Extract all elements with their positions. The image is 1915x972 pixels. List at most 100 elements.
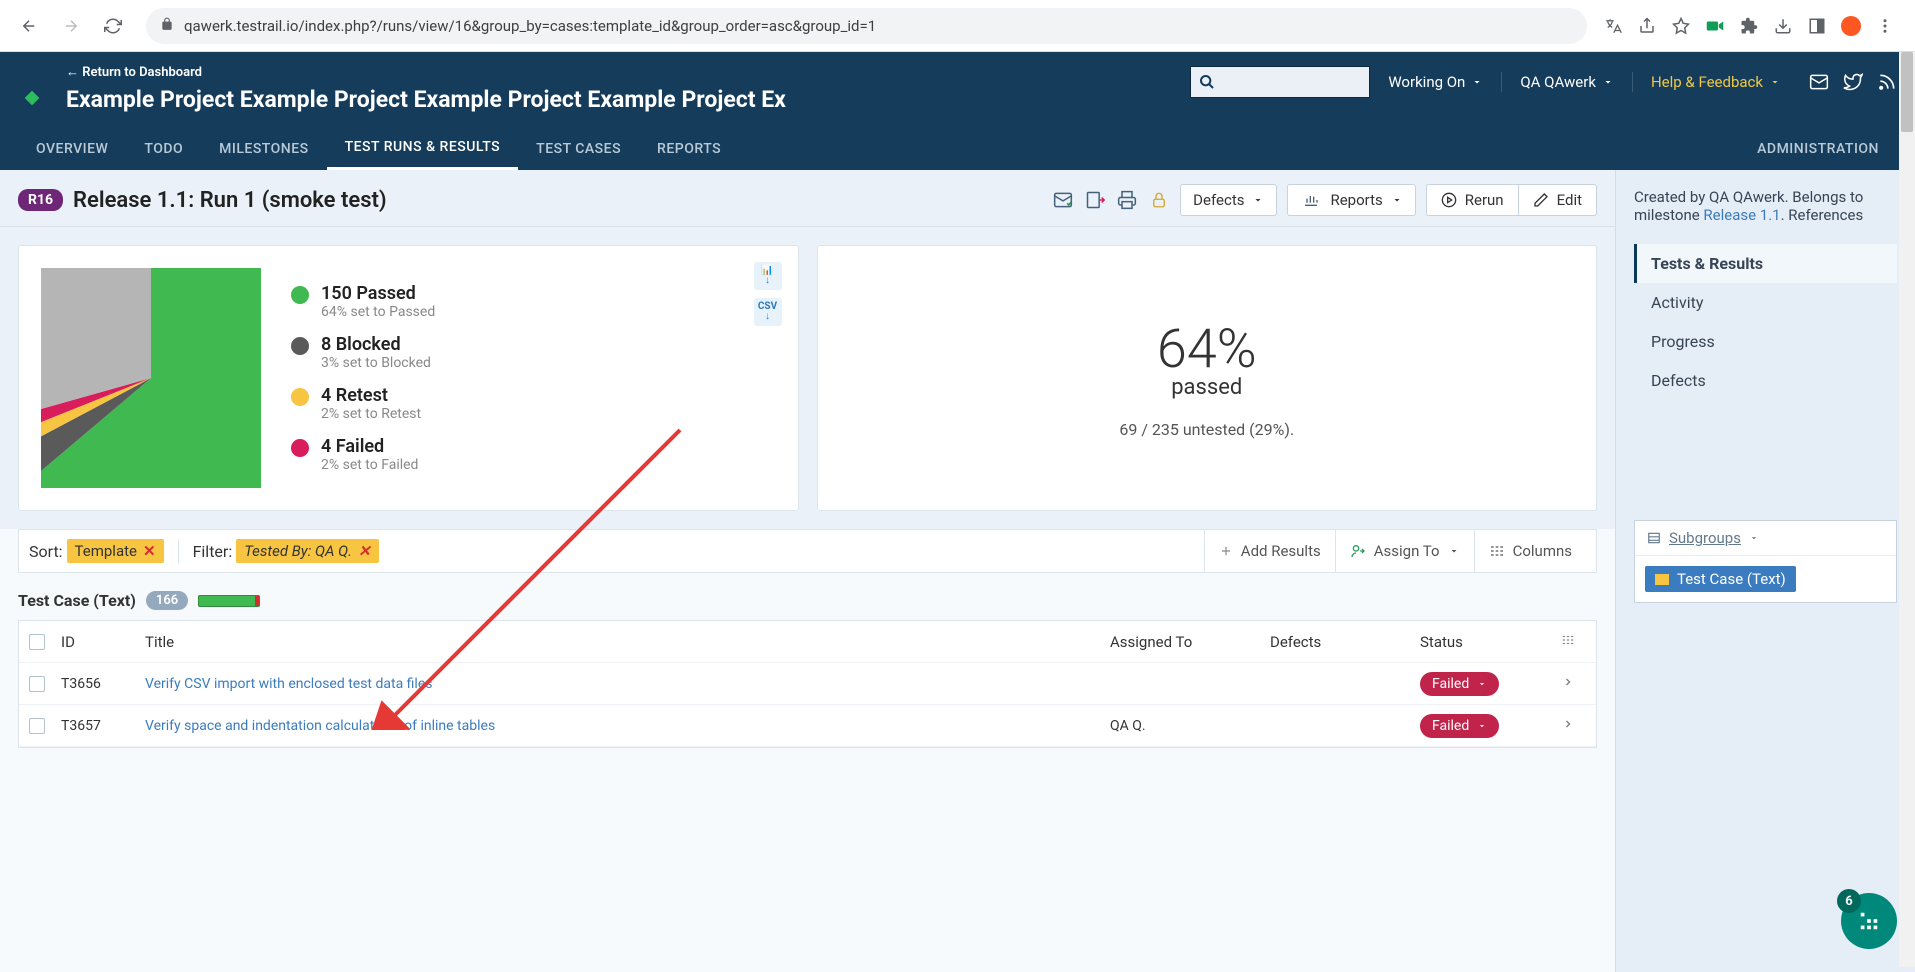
app-logo-icon[interactable] xyxy=(18,84,46,112)
tab-test-cases[interactable]: TEST CASES xyxy=(518,129,639,169)
tab-test-runs[interactable]: TEST RUNS & RESULTS xyxy=(327,127,519,170)
run-meta: Created by QA QAwerk. Belongs to milesto… xyxy=(1634,188,1897,224)
add-results-button[interactable]: Add Results xyxy=(1204,529,1335,573)
row-expand-icon[interactable] xyxy=(1550,676,1586,692)
col-header-defects[interactable]: Defects xyxy=(1270,633,1420,651)
plus-icon xyxy=(1219,544,1233,558)
passed-percent-card: 64% passed 69 / 235 untested (29%). xyxy=(817,245,1598,511)
cell-id: T3657 xyxy=(61,718,145,734)
group-title: Test Case (Text) xyxy=(18,591,136,610)
browser-toolbar: qawerk.testrail.io/index.php?/runs/view/… xyxy=(0,0,1915,52)
divider xyxy=(1501,72,1502,92)
tab-todo[interactable]: TODO xyxy=(126,129,201,169)
columns-button[interactable]: Columns xyxy=(1474,529,1586,573)
cell-title-link[interactable]: Verify CSV import with enclosed test dat… xyxy=(145,676,1110,692)
chevron-down-icon xyxy=(1448,545,1460,557)
select-all-checkbox[interactable] xyxy=(29,634,45,650)
column-settings-icon[interactable] xyxy=(1550,633,1586,651)
download-csv-icon[interactable]: CSV↓ xyxy=(754,298,782,326)
panel-icon[interactable] xyxy=(1807,16,1827,36)
nav-tabs: OVERVIEW TODO MILESTONES TEST RUNS & RES… xyxy=(0,127,1915,170)
rss-icon[interactable] xyxy=(1877,72,1897,92)
back-button[interactable] xyxy=(12,9,46,43)
download-icon[interactable] xyxy=(1773,16,1793,36)
help-feedback-menu[interactable]: Help & Feedback xyxy=(1645,69,1787,95)
working-on-menu[interactable]: Working On xyxy=(1382,69,1489,95)
legend-dot-icon xyxy=(291,337,309,355)
export-icon[interactable] xyxy=(1084,189,1106,211)
kebab-menu-icon[interactable] xyxy=(1875,16,1895,36)
rerun-button[interactable]: Rerun xyxy=(1426,184,1518,216)
status-pill[interactable]: Failed xyxy=(1420,714,1499,738)
group-progress-bar xyxy=(198,595,260,607)
remove-filter-icon[interactable]: ✕ xyxy=(358,542,371,560)
status-pie-card: 150 Passed64% set to Passed 8 Blocked3% … xyxy=(18,245,799,511)
sidenav-progress[interactable]: Progress xyxy=(1634,322,1897,361)
reports-dropdown[interactable]: Reports xyxy=(1287,184,1415,216)
lock-run-icon[interactable] xyxy=(1148,189,1170,211)
page-bar: R16 Release 1.1: Run 1 (smoke test) Defe… xyxy=(0,170,1615,227)
results-toolbar: Sort: Template✕ Filter: Tested By: QA Q.… xyxy=(18,529,1597,573)
scrollbar-track[interactable] xyxy=(1899,52,1915,967)
lock-icon xyxy=(160,17,174,35)
sidebar-nav: Tests & Results Activity Progress Defect… xyxy=(1634,244,1897,400)
chart-icon xyxy=(1300,189,1322,211)
chevron-down-icon xyxy=(1252,194,1264,206)
col-header-assigned[interactable]: Assigned To xyxy=(1110,633,1270,651)
return-to-dashboard-link[interactable]: ← Return to Dashboard xyxy=(66,64,786,80)
col-header-status[interactable]: Status xyxy=(1420,633,1550,651)
print-icon[interactable] xyxy=(1116,189,1138,211)
status-pill[interactable]: Failed xyxy=(1420,672,1499,696)
sort-pill[interactable]: Template✕ xyxy=(67,539,164,563)
twitter-icon[interactable] xyxy=(1843,72,1863,92)
star-icon[interactable] xyxy=(1671,16,1691,36)
group-header: Test Case (Text) 166 xyxy=(0,573,1615,620)
legend-blocked: 8 Blocked3% set to Blocked xyxy=(291,334,435,371)
divider xyxy=(1632,72,1633,92)
extension-camera-icon[interactable] xyxy=(1705,16,1725,36)
reload-button[interactable] xyxy=(96,9,130,43)
share-icon[interactable] xyxy=(1637,16,1657,36)
edit-button[interactable]: Edit xyxy=(1518,184,1597,216)
run-badge: R16 xyxy=(18,189,63,211)
sidenav-activity[interactable]: Activity xyxy=(1634,283,1897,322)
app-header: ← Return to Dashboard Example Project Ex… xyxy=(0,52,1915,170)
subscribe-icon[interactable] xyxy=(1052,189,1074,211)
tab-milestones[interactable]: MILESTONES xyxy=(201,129,326,169)
support-widget[interactable]: 6 xyxy=(1841,893,1897,949)
user-menu[interactable]: QA QAwerk xyxy=(1514,69,1620,95)
extension-orange-icon[interactable] xyxy=(1841,16,1861,36)
sidenav-tests-results[interactable]: Tests & Results xyxy=(1634,244,1897,283)
table-row: T3657 Verify space and indentation calcu… xyxy=(19,705,1596,747)
filter-pill[interactable]: Tested By: QA Q.✕ xyxy=(236,539,378,563)
subgroup-chip[interactable]: Test Case (Text) xyxy=(1645,566,1796,592)
divider xyxy=(178,539,179,563)
tab-overview[interactable]: OVERVIEW xyxy=(18,129,126,169)
col-header-title[interactable]: Title xyxy=(145,633,1110,651)
defects-dropdown[interactable]: Defects xyxy=(1180,184,1277,216)
address-bar[interactable]: qawerk.testrail.io/index.php?/runs/view/… xyxy=(146,8,1587,44)
remove-sort-icon[interactable]: ✕ xyxy=(143,542,156,560)
cell-title-link[interactable]: Verify space and indentation calculation… xyxy=(145,718,1110,734)
pie-chart xyxy=(41,268,261,488)
scrollbar-thumb[interactable] xyxy=(1901,52,1913,132)
milestone-link[interactable]: Release 1.1 xyxy=(1703,206,1780,224)
row-checkbox[interactable] xyxy=(29,718,45,734)
forward-button[interactable] xyxy=(54,9,88,43)
mail-icon[interactable] xyxy=(1809,72,1829,92)
tab-reports[interactable]: REPORTS xyxy=(639,129,739,169)
chevron-down-icon xyxy=(1471,76,1483,88)
translate-icon[interactable] xyxy=(1603,16,1623,36)
chevron-down-icon xyxy=(1602,76,1614,88)
row-expand-icon[interactable] xyxy=(1550,718,1586,734)
sidenav-defects[interactable]: Defects xyxy=(1634,361,1897,400)
tab-administration[interactable]: ADMINISTRATION xyxy=(1739,129,1897,169)
row-checkbox[interactable] xyxy=(29,676,45,692)
global-search-input[interactable] xyxy=(1190,66,1370,98)
col-header-id[interactable]: ID xyxy=(61,633,145,651)
subgroups-header[interactable]: Subgroups xyxy=(1635,521,1896,556)
download-chart-icon[interactable]: 📊↓ xyxy=(754,262,782,290)
extensions-icon[interactable] xyxy=(1739,16,1759,36)
filter-label: Filter: xyxy=(193,542,233,561)
assign-to-dropdown[interactable]: Assign To xyxy=(1335,529,1474,573)
